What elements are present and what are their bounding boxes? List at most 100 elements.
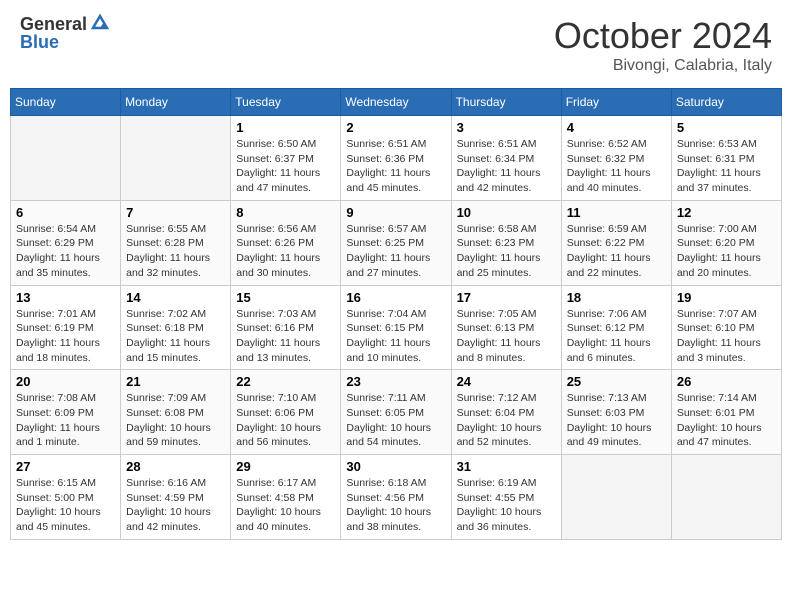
day-info: Sunrise: 7:08 AMSunset: 6:09 PMDaylight:… — [16, 391, 115, 450]
day-number: 27 — [16, 459, 115, 474]
day-info: Sunrise: 6:51 AMSunset: 6:34 PMDaylight:… — [457, 137, 556, 196]
day-info: Sunrise: 7:05 AMSunset: 6:13 PMDaylight:… — [457, 307, 556, 366]
calendar-cell — [671, 455, 781, 540]
calendar-cell: 28 Sunrise: 6:16 AMSunset: 4:59 PMDayligh… — [121, 455, 231, 540]
day-info: Sunrise: 6:56 AMSunset: 6:26 PMDaylight:… — [236, 222, 335, 281]
day-info: Sunrise: 6:19 AMSunset: 4:55 PMDaylight:… — [457, 476, 556, 535]
day-info: Sunrise: 7:02 AMSunset: 6:18 PMDaylight:… — [126, 307, 225, 366]
day-info: Sunrise: 6:57 AMSunset: 6:25 PMDaylight:… — [346, 222, 445, 281]
day-number: 14 — [126, 290, 225, 305]
day-info: Sunrise: 7:04 AMSunset: 6:15 PMDaylight:… — [346, 307, 445, 366]
calendar-cell: 2 Sunrise: 6:51 AMSunset: 6:36 PMDaylight… — [341, 116, 451, 201]
day-number: 24 — [457, 374, 556, 389]
calendar-cell — [11, 116, 121, 201]
day-number: 12 — [677, 205, 776, 220]
day-info: Sunrise: 7:03 AMSunset: 6:16 PMDaylight:… — [236, 307, 335, 366]
day-number: 5 — [677, 120, 776, 135]
day-info: Sunrise: 6:53 AMSunset: 6:31 PMDaylight:… — [677, 137, 776, 196]
day-info: Sunrise: 6:17 AMSunset: 4:58 PMDaylight:… — [236, 476, 335, 535]
calendar-cell: 14 Sunrise: 7:02 AMSunset: 6:18 PMDayligh… — [121, 285, 231, 370]
day-info: Sunrise: 7:00 AMSunset: 6:20 PMDaylight:… — [677, 222, 776, 281]
day-info: Sunrise: 7:07 AMSunset: 6:10 PMDaylight:… — [677, 307, 776, 366]
day-number: 2 — [346, 120, 445, 135]
day-number: 30 — [346, 459, 445, 474]
day-info: Sunrise: 7:06 AMSunset: 6:12 PMDaylight:… — [567, 307, 666, 366]
calendar-cell: 29Sunrise: 6:17 AMSunset: 4:58 PMDayligh… — [231, 455, 341, 540]
day-info: Sunrise: 7:13 AMSunset: 6:03 PMDaylight:… — [567, 391, 666, 450]
day-header-thursday: Thursday — [451, 89, 561, 116]
calendar-cell — [561, 455, 671, 540]
calendar-cell: 11 Sunrise: 6:59 AMSunset: 6:22 PMDayligh… — [561, 200, 671, 285]
day-number: 31 — [457, 459, 556, 474]
day-header-monday: Monday — [121, 89, 231, 116]
day-info: Sunrise: 7:01 AMSunset: 6:19 PMDaylight:… — [16, 307, 115, 366]
day-info: Sunrise: 6:54 AMSunset: 6:29 PMDaylight:… — [16, 222, 115, 281]
calendar-header-row: SundayMondayTuesdayWednesdayThursdayFrid… — [11, 89, 782, 116]
title-area: October 2024 Bivongi, Calabria, Italy — [554, 15, 772, 75]
calendar-week-5: 27 Sunrise: 6:15 AMSunset: 5:00 PMDayligh… — [11, 455, 782, 540]
day-info: Sunrise: 6:58 AMSunset: 6:23 PMDaylight:… — [457, 222, 556, 281]
day-info: Sunrise: 6:52 AMSunset: 6:32 PMDaylight:… — [567, 137, 666, 196]
location-subtitle: Bivongi, Calabria, Italy — [554, 57, 772, 75]
calendar-cell: 20Sunrise: 7:08 AMSunset: 6:09 PMDayligh… — [11, 370, 121, 455]
day-number: 25 — [567, 374, 666, 389]
calendar-week-2: 6 Sunrise: 6:54 AMSunset: 6:29 PMDaylight… — [11, 200, 782, 285]
calendar-cell: 6 Sunrise: 6:54 AMSunset: 6:29 PMDaylight… — [11, 200, 121, 285]
calendar-table: SundayMondayTuesdayWednesdayThursdayFrid… — [10, 88, 782, 540]
day-number: 19 — [677, 290, 776, 305]
day-info: Sunrise: 6:55 AMSunset: 6:28 PMDaylight:… — [126, 222, 225, 281]
day-number: 26 — [677, 374, 776, 389]
day-number: 10 — [457, 205, 556, 220]
day-info: Sunrise: 6:59 AMSunset: 6:22 PMDaylight:… — [567, 222, 666, 281]
calendar-cell: 10 Sunrise: 6:58 AMSunset: 6:23 PMDayligh… — [451, 200, 561, 285]
calendar-cell: 25 Sunrise: 7:13 AMSunset: 6:03 PMDayligh… — [561, 370, 671, 455]
day-info: Sunrise: 7:14 AMSunset: 6:01 PMDaylight:… — [677, 391, 776, 450]
calendar-week-3: 13Sunrise: 7:01 AMSunset: 6:19 PMDayligh… — [11, 285, 782, 370]
day-info: Sunrise: 6:16 AMSunset: 4:59 PMDaylight:… — [126, 476, 225, 535]
day-info: Sunrise: 7:11 AMSunset: 6:05 PMDaylight:… — [346, 391, 445, 450]
calendar-cell: 26 Sunrise: 7:14 AMSunset: 6:01 PMDayligh… — [671, 370, 781, 455]
calendar-cell: 16 Sunrise: 7:04 AMSunset: 6:15 PMDayligh… — [341, 285, 451, 370]
day-number: 22 — [236, 374, 335, 389]
day-info: Sunrise: 7:09 AMSunset: 6:08 PMDaylight:… — [126, 391, 225, 450]
day-info: Sunrise: 6:15 AMSunset: 5:00 PMDaylight:… — [16, 476, 115, 535]
calendar-cell: 27 Sunrise: 6:15 AMSunset: 5:00 PMDayligh… — [11, 455, 121, 540]
day-info: Sunrise: 6:18 AMSunset: 4:56 PMDaylight:… — [346, 476, 445, 535]
calendar-cell: 7 Sunrise: 6:55 AMSunset: 6:28 PMDaylight… — [121, 200, 231, 285]
day-number: 6 — [16, 205, 115, 220]
logo-general-text: General — [20, 15, 87, 33]
day-number: 11 — [567, 205, 666, 220]
day-number: 7 — [126, 205, 225, 220]
calendar-cell: 31 Sunrise: 6:19 AMSunset: 4:55 PMDayligh… — [451, 455, 561, 540]
calendar-week-4: 20Sunrise: 7:08 AMSunset: 6:09 PMDayligh… — [11, 370, 782, 455]
day-number: 17 — [457, 290, 556, 305]
day-info: Sunrise: 6:51 AMSunset: 6:36 PMDaylight:… — [346, 137, 445, 196]
day-header-friday: Friday — [561, 89, 671, 116]
day-info: Sunrise: 7:12 AMSunset: 6:04 PMDaylight:… — [457, 391, 556, 450]
calendar-cell: 23Sunrise: 7:11 AMSunset: 6:05 PMDayligh… — [341, 370, 451, 455]
calendar-cell: 24 Sunrise: 7:12 AMSunset: 6:04 PMDayligh… — [451, 370, 561, 455]
day-header-saturday: Saturday — [671, 89, 781, 116]
calendar-cell: 8Sunrise: 6:56 AMSunset: 6:26 PMDaylight… — [231, 200, 341, 285]
logo-blue-text: Blue — [20, 33, 59, 51]
logo-icon — [89, 14, 111, 32]
calendar-cell: 3 Sunrise: 6:51 AMSunset: 6:34 PMDaylight… — [451, 116, 561, 201]
day-number: 9 — [346, 205, 445, 220]
logo: General Blue — [20, 15, 111, 51]
day-number: 15 — [236, 290, 335, 305]
calendar-cell: 19 Sunrise: 7:07 AMSunset: 6:10 PMDayligh… — [671, 285, 781, 370]
calendar-cell: 5 Sunrise: 6:53 AMSunset: 6:31 PMDaylight… — [671, 116, 781, 201]
calendar-cell: 9 Sunrise: 6:57 AMSunset: 6:25 PMDaylight… — [341, 200, 451, 285]
day-header-tuesday: Tuesday — [231, 89, 341, 116]
day-number: 21 — [126, 374, 225, 389]
day-number: 18 — [567, 290, 666, 305]
day-number: 16 — [346, 290, 445, 305]
day-number: 4 — [567, 120, 666, 135]
calendar-cell — [121, 116, 231, 201]
calendar-cell: 18 Sunrise: 7:06 AMSunset: 6:12 PMDayligh… — [561, 285, 671, 370]
day-info: Sunrise: 6:50 AMSunset: 6:37 PMDaylight:… — [236, 137, 335, 196]
calendar-cell: 1Sunrise: 6:50 AMSunset: 6:37 PMDaylight… — [231, 116, 341, 201]
day-number: 3 — [457, 120, 556, 135]
day-header-sunday: Sunday — [11, 89, 121, 116]
day-number: 28 — [126, 459, 225, 474]
